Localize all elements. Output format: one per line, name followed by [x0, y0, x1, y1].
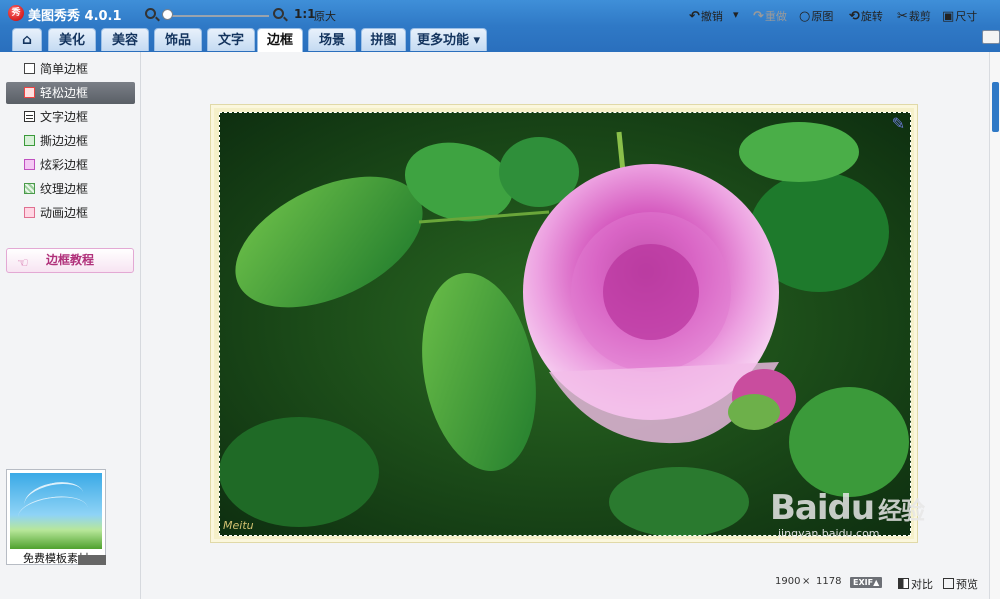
dimension-separator: × — [802, 576, 811, 587]
texture-frame-icon — [24, 183, 35, 194]
sidebar-item-text-border[interactable]: 文字边框 — [6, 106, 135, 128]
original-button[interactable]: ○原图 — [799, 8, 833, 24]
sidebar-item-label: 纹理边框 — [40, 182, 89, 196]
tab-more-features[interactable]: 更多功能 ▾ — [410, 28, 487, 51]
frame-icon — [24, 87, 35, 98]
sidebar-item-label: 文字边框 — [40, 110, 89, 124]
size-button[interactable]: ▣尺寸 — [942, 8, 977, 24]
scissors-icon: ✂ — [897, 9, 908, 24]
color-frame-icon — [24, 159, 35, 170]
sidebar: 简单边框 轻松边框 文字边框 撕边边框 炫彩边框 纹理边框 动画边框 ☜ 边框教… — [0, 52, 141, 599]
square-icon — [24, 63, 35, 74]
text-frame-icon — [24, 111, 35, 122]
redo-button[interactable]: ↷重做 — [753, 8, 787, 24]
image-width: 1900 — [775, 576, 801, 587]
folder-icon[interactable] — [982, 30, 1000, 44]
undo-icon: ↶ — [689, 9, 700, 24]
main-tab-bar: ⌂ 美化 美容 饰品 文字 边框 场景 拼图 更多功能 ▾ — [0, 26, 1000, 52]
resize-icon: ▣ — [942, 9, 955, 24]
template-preview-image — [10, 473, 102, 549]
sidebar-item-texture-border[interactable]: 纹理边框 — [6, 178, 135, 200]
tab-makeup[interactable]: 美容 — [101, 28, 149, 51]
rotate-button[interactable]: ⟲旋转 — [849, 8, 883, 24]
right-panel-edge — [989, 52, 1000, 599]
tab-scene[interactable]: 场景 — [308, 28, 356, 51]
sidebar-item-light-border[interactable]: 轻松边框 — [6, 82, 135, 104]
zoom-slider-track[interactable] — [163, 15, 269, 17]
undo-button[interactable]: ↶撤销 — [689, 8, 723, 24]
zoom-slider-thumb[interactable] — [162, 9, 173, 20]
zoom-actual-size-button[interactable]: 1:1 — [294, 7, 316, 21]
animation-frame-icon — [24, 207, 35, 218]
crop-button[interactable]: ✂裁剪 — [897, 8, 931, 24]
sidebar-item-label: 轻松边框 — [40, 86, 89, 100]
sidebar-item-simple-border[interactable]: 简单边框 — [6, 58, 135, 80]
sidebar-item-label: 撕边边框 — [40, 134, 89, 148]
compare-icon — [898, 578, 909, 589]
baidu-watermark-url: jingyan.baidu.com — [778, 527, 880, 540]
tab-collage[interactable]: 拼图 — [361, 28, 406, 51]
zoom-out-icon[interactable] — [145, 8, 156, 19]
tab-border[interactable]: 边框 — [257, 28, 303, 52]
hand-icon: ☜ — [17, 256, 29, 271]
tab-accessories[interactable]: 饰品 — [154, 28, 202, 51]
preview-button[interactable]: 预览 — [943, 576, 978, 592]
torn-frame-icon — [24, 135, 35, 146]
undo-dropdown-icon[interactable]: ▾ — [733, 8, 739, 21]
sidebar-item-torn-border[interactable]: 撕边边框 — [6, 130, 135, 152]
image-height: 1178 — [816, 576, 842, 587]
zoom-actual-size-label[interactable]: 原大 — [314, 8, 336, 24]
tab-home[interactable]: ⌂ — [12, 28, 42, 51]
app-logo-icon: 秀 — [8, 5, 24, 21]
circle-icon: ○ — [799, 9, 811, 24]
app-title: 美图秀秀 4.0.1 — [28, 9, 122, 24]
border-tutorial-button[interactable]: ☜ 边框教程 — [6, 248, 134, 273]
sidebar-item-label: 动画边框 — [40, 206, 89, 220]
sidebar-item-animation-border[interactable]: 动画边框 — [6, 202, 135, 224]
tab-beautify[interactable]: 美化 — [48, 28, 96, 51]
tab-text[interactable]: 文字 — [207, 28, 255, 51]
sidebar-item-color-border[interactable]: 炫彩边框 — [6, 154, 135, 176]
exif-button[interactable]: EXIF▲ — [850, 577, 883, 588]
rose-photo: ✎ Meitu — [219, 112, 911, 536]
corner-decoration-icon: ✎ — [891, 114, 905, 133]
border-tutorial-label: 边框教程 — [45, 253, 94, 267]
baidu-watermark: Baidu 经验 — [770, 488, 925, 528]
preview-icon — [943, 578, 954, 589]
zoom-in-icon[interactable] — [273, 8, 284, 19]
template-tag — [78, 555, 106, 565]
compare-button[interactable]: 对比 — [898, 576, 933, 592]
sidebar-item-label: 炫彩边框 — [40, 158, 89, 172]
rotate-icon: ⟲ — [849, 9, 860, 24]
free-template-thumbnail[interactable]: 免费模板素材 — [6, 469, 106, 565]
bordered-photo-canvas[interactable]: ✎ Meitu — [210, 104, 918, 543]
sidebar-item-label: 简单边框 — [40, 62, 89, 76]
redo-icon: ↷ — [753, 9, 764, 24]
frame-signature: Meitu — [223, 519, 254, 532]
